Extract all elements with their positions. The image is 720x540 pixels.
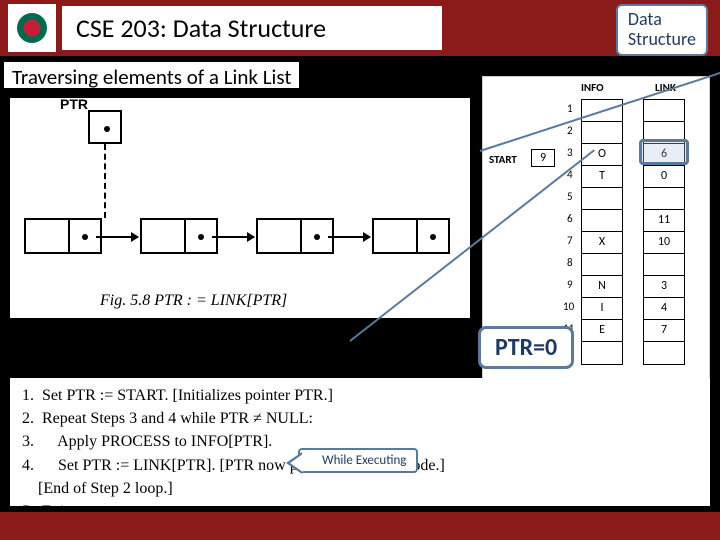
table-cell: T xyxy=(582,166,622,188)
table-cell xyxy=(582,188,622,210)
table-cell xyxy=(582,342,622,364)
linked-list-figure: PTR Fig. 5.8 PTR : = LINK[PTR] xyxy=(10,98,470,318)
start-label: START xyxy=(489,153,517,166)
algo-line: 2. Repeat Steps 3 and 4 while PTR ≠ NULL… xyxy=(22,407,698,430)
table-cell: N xyxy=(582,276,622,298)
topic-badge: Data Structure xyxy=(616,4,708,56)
algo-line: [End of Step 2 loop.] xyxy=(22,477,698,500)
list-node xyxy=(256,218,334,254)
table-cell: E xyxy=(582,320,622,342)
ptr-value-badge: PTR=0 xyxy=(478,326,574,369)
table-cell xyxy=(582,122,622,144)
row-number: 10 xyxy=(563,300,574,313)
list-node xyxy=(24,218,102,254)
table-cell: 11 xyxy=(644,210,684,232)
logo-emblem-icon xyxy=(17,13,47,43)
row-number: 1 xyxy=(567,102,573,115)
arrow-icon xyxy=(328,236,370,238)
highlight-box xyxy=(639,139,689,165)
table-cell xyxy=(644,254,684,276)
badge-line2: Structure xyxy=(628,30,696,50)
table-cell: 10 xyxy=(644,232,684,254)
row-number: 5 xyxy=(567,190,573,203)
info-header: INFO xyxy=(581,81,604,94)
executing-badge: While Executing xyxy=(298,448,418,473)
row-number: 9 xyxy=(567,278,573,291)
table-cell xyxy=(582,210,622,232)
table-cell: 7 xyxy=(644,320,684,342)
table-cell: 0 xyxy=(644,166,684,188)
start-value-box: 9 xyxy=(531,149,555,167)
list-node xyxy=(140,218,218,254)
arrow-icon xyxy=(212,236,254,238)
list-node xyxy=(372,218,450,254)
figure-caption: Fig. 5.8 PTR : = LINK[PTR] xyxy=(100,292,287,310)
row-number: 6 xyxy=(567,212,573,225)
dashed-pointer-line xyxy=(104,144,106,218)
table-cell xyxy=(644,100,684,122)
info-column: O T X N I E xyxy=(581,99,623,365)
table-cell xyxy=(582,254,622,276)
table-cell xyxy=(644,342,684,364)
row-number: 3 xyxy=(567,146,573,159)
footer-bar xyxy=(0,512,720,540)
row-number: 8 xyxy=(567,256,573,269)
row-number: 2 xyxy=(567,124,573,137)
row-number: 7 xyxy=(567,234,573,247)
arrow-icon xyxy=(96,236,138,238)
header-bar: CSE 203: Data Structure xyxy=(0,0,720,56)
course-title: CSE 203: Data Structure xyxy=(76,12,326,44)
algorithm-box: 1. Set PTR := START. [Initializes pointe… xyxy=(10,378,710,506)
table-cell xyxy=(644,188,684,210)
table-cell: X xyxy=(582,232,622,254)
badge-line1: Data xyxy=(628,10,696,30)
algo-line: 1. Set PTR := START. [Initializes pointe… xyxy=(22,384,698,407)
course-title-box: CSE 203: Data Structure xyxy=(62,6,442,50)
table-cell: 3 xyxy=(644,276,684,298)
table-cell: 4 xyxy=(644,298,684,320)
table-cell: I xyxy=(582,298,622,320)
ptr-label: PTR xyxy=(60,96,88,112)
ptr-box-icon xyxy=(88,110,122,144)
university-logo xyxy=(8,4,56,52)
